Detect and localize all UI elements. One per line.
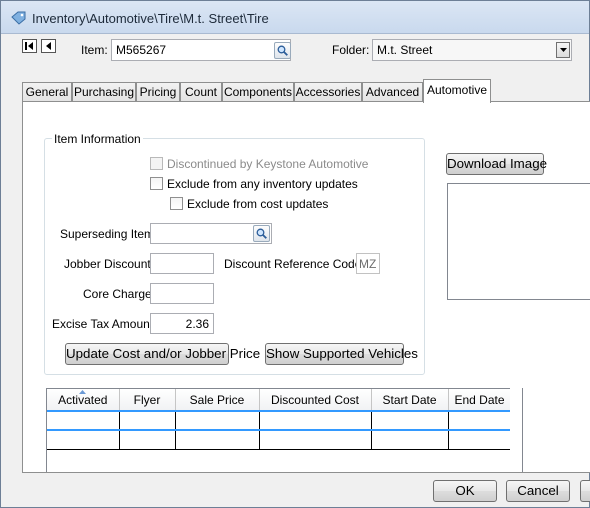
table-cell[interactable] bbox=[47, 410, 120, 431]
exclude-cost-label: Exclude from cost updates bbox=[187, 197, 329, 211]
table-cell[interactable] bbox=[259, 410, 372, 431]
tab-general[interactable]: General bbox=[22, 82, 72, 102]
tab-pricing[interactable]: Pricing bbox=[136, 82, 180, 102]
tab-accessories[interactable]: Accessories bbox=[294, 82, 362, 102]
item-window: Inventory\Automotive\Tire\M.t. Street\Ti… bbox=[0, 0, 590, 508]
exclude-cost-checkbox[interactable] bbox=[170, 197, 183, 210]
item-input[interactable]: M565267 bbox=[111, 39, 291, 61]
discount-reference-value: MZ bbox=[359, 257, 377, 271]
item-image-box bbox=[447, 183, 590, 300]
item-value: M565267 bbox=[116, 43, 167, 57]
item-search-button[interactable] bbox=[274, 42, 291, 59]
column-label: Activated bbox=[58, 392, 108, 407]
table-row[interactable] bbox=[47, 430, 512, 450]
folder-label: Folder: bbox=[332, 43, 370, 57]
folder-value: M.t. Street bbox=[377, 43, 433, 57]
discontinued-label: Discontinued by Keystone Automotive bbox=[167, 157, 369, 171]
folder-dropdown[interactable]: M.t. Street bbox=[372, 39, 572, 61]
sort-indicator-icon bbox=[79, 390, 86, 394]
exclude-inventory-label: Exclude from any inventory updates bbox=[167, 177, 358, 191]
column-activated[interactable]: Activated bbox=[47, 389, 120, 412]
table-cell[interactable] bbox=[47, 430, 120, 450]
table-row[interactable] bbox=[47, 410, 512, 431]
title-bar: Inventory\Automotive\Tire\M.t. Street\Ti… bbox=[1, 1, 589, 34]
cancel-button[interactable]: Cancel bbox=[506, 480, 570, 502]
magnifier-icon bbox=[277, 45, 288, 56]
sale-table: Activated Flyer Sale Price Discounted Co… bbox=[47, 389, 512, 450]
sale-grid: Activated Flyer Sale Price Discounted Co… bbox=[46, 388, 523, 472]
table-cell[interactable] bbox=[371, 410, 449, 431]
table-cell[interactable] bbox=[371, 430, 449, 450]
show-vehicles-button[interactable]: Show Supported Vehicles bbox=[265, 343, 418, 365]
tab-count[interactable]: Count bbox=[180, 82, 222, 102]
window-title: Inventory\Automotive\Tire\M.t. Street\Ti… bbox=[32, 11, 269, 26]
tab-automotive[interactable]: Automotive bbox=[423, 79, 491, 103]
download-image-button[interactable]: Download Image bbox=[446, 153, 547, 175]
core-charge-input[interactable] bbox=[150, 283, 214, 304]
column-start-date[interactable]: Start Date bbox=[371, 389, 449, 412]
group-title: Item Information bbox=[52, 132, 143, 146]
discount-reference-input[interactable]: MZ bbox=[356, 253, 380, 274]
excise-tax-input[interactable]: 2.36 bbox=[150, 313, 214, 334]
tab-purchasing[interactable]: Purchasing bbox=[72, 82, 136, 102]
update-cost-button[interactable]: Update Cost and/or Jobber Price bbox=[65, 343, 260, 365]
superseding-search-button[interactable] bbox=[253, 225, 270, 242]
table-cell[interactable] bbox=[448, 410, 512, 431]
previous-record-button[interactable] bbox=[41, 39, 56, 53]
chevron-down-icon bbox=[559, 48, 567, 52]
table-header-row: Activated Flyer Sale Price Discounted Co… bbox=[47, 389, 512, 412]
table-cell[interactable] bbox=[119, 430, 176, 450]
column-discounted-cost[interactable]: Discounted Cost bbox=[259, 389, 372, 412]
jobber-discount-input[interactable] bbox=[150, 253, 214, 274]
jobber-discount-label: Jobber Discount: bbox=[64, 257, 155, 271]
first-record-icon bbox=[25, 42, 33, 50]
excise-tax-label: Excise Tax Amount: bbox=[52, 317, 157, 331]
column-flyer[interactable]: Flyer bbox=[119, 389, 176, 412]
folder-dropdown-button[interactable] bbox=[556, 42, 570, 58]
tag-icon bbox=[11, 11, 26, 25]
first-record-button[interactable] bbox=[22, 39, 37, 53]
previous-icon bbox=[46, 42, 51, 50]
discount-reference-label: Discount Reference Code: bbox=[224, 257, 365, 271]
item-label: Item: bbox=[81, 43, 108, 57]
table-cell[interactable] bbox=[448, 430, 512, 450]
ok-button[interactable]: OK bbox=[433, 480, 497, 502]
table-cell[interactable] bbox=[175, 410, 260, 431]
exclude-inventory-checkbox[interactable] bbox=[150, 177, 163, 190]
core-charge-label: Core Charge: bbox=[83, 287, 156, 301]
tab-components[interactable]: Components bbox=[222, 82, 294, 102]
table-cell[interactable] bbox=[119, 410, 176, 431]
table-cell[interactable] bbox=[259, 430, 372, 450]
column-end-date[interactable]: End Date bbox=[448, 389, 512, 412]
grid-empty-area bbox=[510, 388, 523, 472]
apply-button-partial[interactable] bbox=[580, 480, 590, 502]
table-cell[interactable] bbox=[175, 430, 260, 450]
column-sale-price[interactable]: Sale Price bbox=[175, 389, 260, 412]
superseding-label: Superseding Item: bbox=[60, 227, 158, 241]
excise-tax-value: 2.36 bbox=[185, 317, 209, 331]
magnifier-icon bbox=[256, 228, 267, 239]
discontinued-checkbox[interactable] bbox=[150, 157, 163, 170]
tab-advanced[interactable]: Advanced bbox=[362, 82, 423, 102]
